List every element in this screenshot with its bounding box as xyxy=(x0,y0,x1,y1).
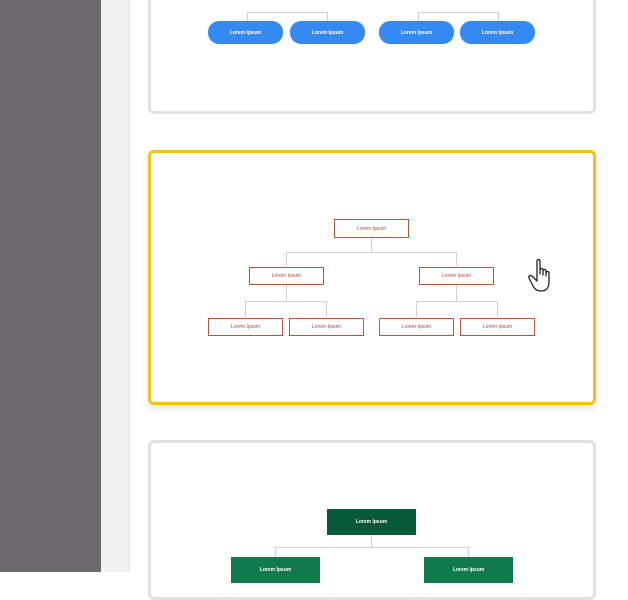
org-node[interactable]: Lorem Ipsum xyxy=(208,318,283,336)
org-node[interactable]: Lorem Ipsum xyxy=(460,21,535,44)
connector xyxy=(456,285,457,301)
hand-pointer-icon xyxy=(528,258,550,292)
connector xyxy=(245,301,246,317)
connector xyxy=(286,285,287,301)
connector xyxy=(326,301,327,317)
org-node[interactable]: Lorem Ipsum xyxy=(289,318,364,336)
org-node[interactable]: Lorem Ipsum xyxy=(249,267,324,285)
connector xyxy=(497,301,498,317)
org-node[interactable]: Lorem Ipsum xyxy=(231,557,320,583)
connector xyxy=(416,301,417,317)
org-node[interactable]: Lorem Ipsum xyxy=(379,21,454,44)
connector xyxy=(371,238,372,252)
connector xyxy=(275,547,469,548)
connector xyxy=(245,301,327,302)
connector xyxy=(418,12,499,13)
org-node[interactable]: Lorem Ipsum xyxy=(208,21,283,44)
org-node[interactable]: Lorem Ipsum xyxy=(424,557,513,583)
org-node[interactable]: Lorem Ipsum xyxy=(460,318,535,336)
org-node-root[interactable]: Lorem Ipsum xyxy=(334,219,409,238)
connector xyxy=(456,252,457,266)
connector xyxy=(371,535,372,547)
left-gutter xyxy=(0,0,101,572)
template-card-green[interactable]: Lorem Ipsum Lorem Ipsum Lorem Ipsum xyxy=(148,440,596,600)
org-node[interactable]: Lorem Ipsum xyxy=(290,21,365,44)
org-node-root[interactable]: Lorem Ipsum xyxy=(327,509,416,535)
connector xyxy=(416,301,498,302)
connector xyxy=(286,252,287,266)
connector xyxy=(247,12,328,13)
connector xyxy=(286,252,457,253)
org-node[interactable]: Lorem Ipsum xyxy=(379,318,454,336)
template-card-blue[interactable]: Lorem Ipsum Lorem Ipsum Lorem Ipsum Lore… xyxy=(148,0,596,114)
org-node[interactable]: Lorem Ipsum xyxy=(419,267,494,285)
